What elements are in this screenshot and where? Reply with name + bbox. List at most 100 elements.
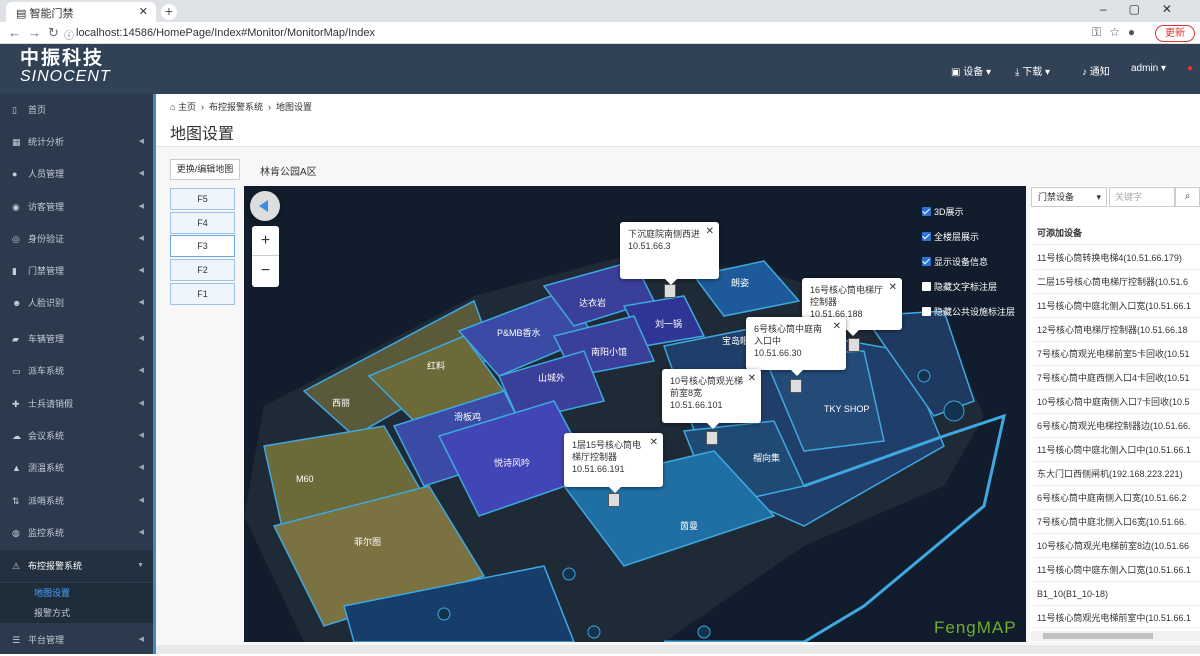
scrollbar-thumb[interactable] (1043, 633, 1153, 639)
star-icon[interactable]: ☆ (1109, 25, 1128, 39)
device-marker[interactable] (608, 493, 620, 507)
device-list-item[interactable]: 11号核心筒中庭东侧入口宽(10.51.66.1 (1031, 558, 1200, 582)
caret-left-icon: ◀ (138, 235, 144, 242)
device-list-item[interactable]: 11号核心筒观光电梯前室中(10.51.66.1 (1031, 606, 1200, 628)
zoom-in-button[interactable]: + (252, 226, 279, 256)
address-bar-icons[interactable]: ⚿☆● (1092, 25, 1143, 40)
device-list-item[interactable]: 二层15号核心筒电梯厅控制器(10.51.6 (1031, 270, 1200, 294)
device-marker[interactable] (790, 379, 802, 393)
option-hide-facilities[interactable]: 隐藏公共设施标注层 (922, 305, 1015, 330)
device-marker[interactable] (664, 284, 676, 298)
device-menu[interactable]: ▣ 设备 ▾ (951, 63, 991, 78)
reload-icon[interactable]: ↻ (48, 25, 59, 41)
device-list-item[interactable]: 7号核心筒中庭北侧入口6宽(10.51.66. (1031, 510, 1200, 534)
map-options: 3D展示 全楼层展示 显示设备信息 隐藏文字标注层 隐藏公共设施标注层 (922, 205, 1015, 330)
close-icon[interactable]: ✕ (748, 373, 756, 385)
keyword-input[interactable]: 关键字 (1109, 187, 1175, 207)
device-list-item[interactable]: 6号核心筒观光电梯控制器边(10.51.66. (1031, 414, 1200, 438)
option-all-floors[interactable]: 全楼层展示 (922, 230, 1015, 255)
browser-tab-active[interactable]: ▤ 智能门禁 ✕ (6, 2, 156, 22)
logo: 中振科技 SINOCENT (20, 48, 111, 85)
close-icon[interactable]: ✕ (706, 226, 714, 238)
sidebar-item-access-control[interactable]: ▮ 门禁管理 ◀ (0, 255, 154, 287)
device-popup: ✕ 10号核心筒观光梯前室8宽 10.51.66.101 (662, 369, 761, 429)
device-list-item[interactable]: 11号核心筒中庭北侧入口中(10.51.66.1 (1031, 438, 1200, 462)
device-list-item[interactable]: 12号核心筒电梯厅控制器(10.51.66.18 (1031, 318, 1200, 342)
window-controls[interactable]: –▢✕ (1100, 2, 1194, 16)
sidebar-subitem-map-settings[interactable]: 地图设置 (0, 583, 154, 603)
sidebar-item-sentry[interactable]: ⇅ 派哨系统 ◀ (0, 485, 154, 517)
close-icon[interactable]: ✕ (833, 321, 841, 333)
sidebar-item-platform[interactable]: ☰ 平台管理 ◀ (0, 624, 154, 656)
floor-button-f4[interactable]: F4 (170, 212, 235, 234)
device-list-item[interactable]: 7号核心筒中庭西侧入口4卡回收(10.51 (1031, 366, 1200, 390)
new-tab-button[interactable]: + (161, 4, 177, 20)
device-list-item[interactable]: 11号核心筒中庭北侧入口宽(10.51.66.1 (1031, 294, 1200, 318)
device-list-item[interactable]: 6号核心筒中庭南侧入口宽(10.51.66.2 (1031, 486, 1200, 510)
search-button[interactable]: ⌕ (1175, 187, 1200, 207)
device-list-item[interactable]: 10号核心筒中庭南侧入口7卡回收(10.5 (1031, 390, 1200, 414)
shop-label: M60 (296, 474, 314, 484)
key-icon[interactable]: ⚿ (1092, 25, 1109, 39)
sidebar-item-alarm-system[interactable]: ⚠ 布控报警系统 ▼ (0, 550, 154, 582)
download-menu[interactable]: ⤓ 下载 ▾ (1015, 63, 1050, 78)
close-icon[interactable]: ✕ (889, 282, 897, 294)
edit-map-button[interactable]: 更换/编辑地图 (170, 159, 240, 180)
caret-down-icon: ▼ (137, 562, 144, 569)
device-list-item[interactable]: 7号核心筒观光电梯前室5卡回收(10.51 (1031, 342, 1200, 366)
close-icon[interactable]: ✕ (650, 437, 658, 449)
sidebar-item-meeting[interactable]: ☁ 会议系统 ◀ (0, 420, 154, 452)
sidebar-item-personnel[interactable]: ● 人员管理 ◀ (0, 158, 154, 190)
option-device-info[interactable]: 显示设备信息 (922, 255, 1015, 280)
device-marker[interactable] (848, 338, 860, 352)
device-marker[interactable] (706, 431, 718, 445)
zoom-out-button[interactable]: − (252, 256, 279, 286)
profile-icon[interactable]: ● (1128, 25, 1143, 39)
floor-button-f1[interactable]: F1 (170, 283, 235, 305)
sidebar-item-identity[interactable]: ◎ 身份验证 ◀ (0, 223, 154, 255)
sidebar-subitem-alarm-method[interactable]: 报警方式 (0, 603, 154, 623)
floor-button-f2[interactable]: F2 (170, 259, 235, 281)
sidebar-item-leave[interactable]: ✚ 士兵请销假 ◀ (0, 388, 154, 420)
notice-menu[interactable]: ♪ 通知 (1082, 63, 1110, 78)
list-icon: ☰ (12, 635, 21, 645)
sort-icon: ⇅ (12, 496, 20, 506)
caret-left-icon: ◀ (138, 299, 144, 306)
device-list-item[interactable]: 10号核心筒观光电梯前室8边(10.51.66 (1031, 534, 1200, 558)
device-list-item[interactable]: 11号核心筒转换电梯4(10.51.66.179) (1031, 246, 1200, 270)
sidebar-item-statistics[interactable]: ▦ 统计分析 ◀ (0, 126, 154, 158)
sidebar-item-visitors[interactable]: ◉ 访客管理 ◀ (0, 191, 154, 223)
sidebar-item-home[interactable]: ▯ 首页 (0, 94, 154, 126)
option-3d[interactable]: 3D展示 (922, 205, 1015, 230)
checkbox-icon[interactable] (922, 307, 931, 316)
update-button[interactable]: 更新 (1155, 25, 1195, 42)
sidebar-item-monitoring[interactable]: ◍ 监控系统 ◀ (0, 517, 154, 549)
device-list-item[interactable]: 东大门口西侧闸机(192.168.223.221) (1031, 462, 1200, 486)
map-canvas[interactable]: + − 3D展示 全楼层展示 显示设备信息 隐藏文字标注层 隐藏公共设施标注层 … (244, 186, 1026, 642)
forward-arrow-icon[interactable]: → (28, 25, 41, 40)
url-field[interactable]: localhost:14586/HomePage/Index#Monitor/M… (76, 25, 1076, 41)
tab-close-icon[interactable]: ✕ (139, 5, 148, 18)
device-type-select[interactable]: 门禁设备 ▾ (1031, 187, 1107, 207)
sidebar-item-dispatch[interactable]: ▭ 派车系统 ◀ (0, 355, 154, 387)
breadcrumb-home[interactable]: 主页 (178, 102, 196, 112)
checkbox-checked-icon[interactable] (922, 232, 931, 241)
sidebar-item-face[interactable]: ☻ 人脸识别 ◀ (0, 287, 154, 319)
back-arrow-icon[interactable]: ← (8, 25, 21, 40)
floor-button-f3[interactable]: F3 (170, 235, 235, 257)
map-back-button[interactable] (250, 191, 280, 221)
breadcrumb-section[interactable]: 布控报警系统 (209, 102, 263, 112)
checkbox-checked-icon[interactable] (922, 207, 931, 216)
checkbox-icon[interactable] (922, 282, 931, 291)
floor-button-f5[interactable]: F5 (170, 188, 235, 210)
chart-icon: ▦ (12, 137, 21, 147)
user-menu[interactable]: admin ▾ (1131, 63, 1166, 74)
info-icon[interactable]: ⓘ (64, 27, 74, 42)
device-list-scrollbar[interactable] (1031, 631, 1200, 641)
sidebar-item-vehicles[interactable]: ▰ 车辆管理 ◀ (0, 323, 154, 355)
user-plus-icon: ✚ (12, 399, 20, 409)
sidebar-item-temperature[interactable]: ▲ 测温系统 ◀ (0, 452, 154, 484)
checkbox-checked-icon[interactable] (922, 257, 931, 266)
device-list-item[interactable]: B1_10(B1_10-18) (1031, 582, 1200, 606)
option-hide-text[interactable]: 隐藏文字标注层 (922, 280, 1015, 305)
